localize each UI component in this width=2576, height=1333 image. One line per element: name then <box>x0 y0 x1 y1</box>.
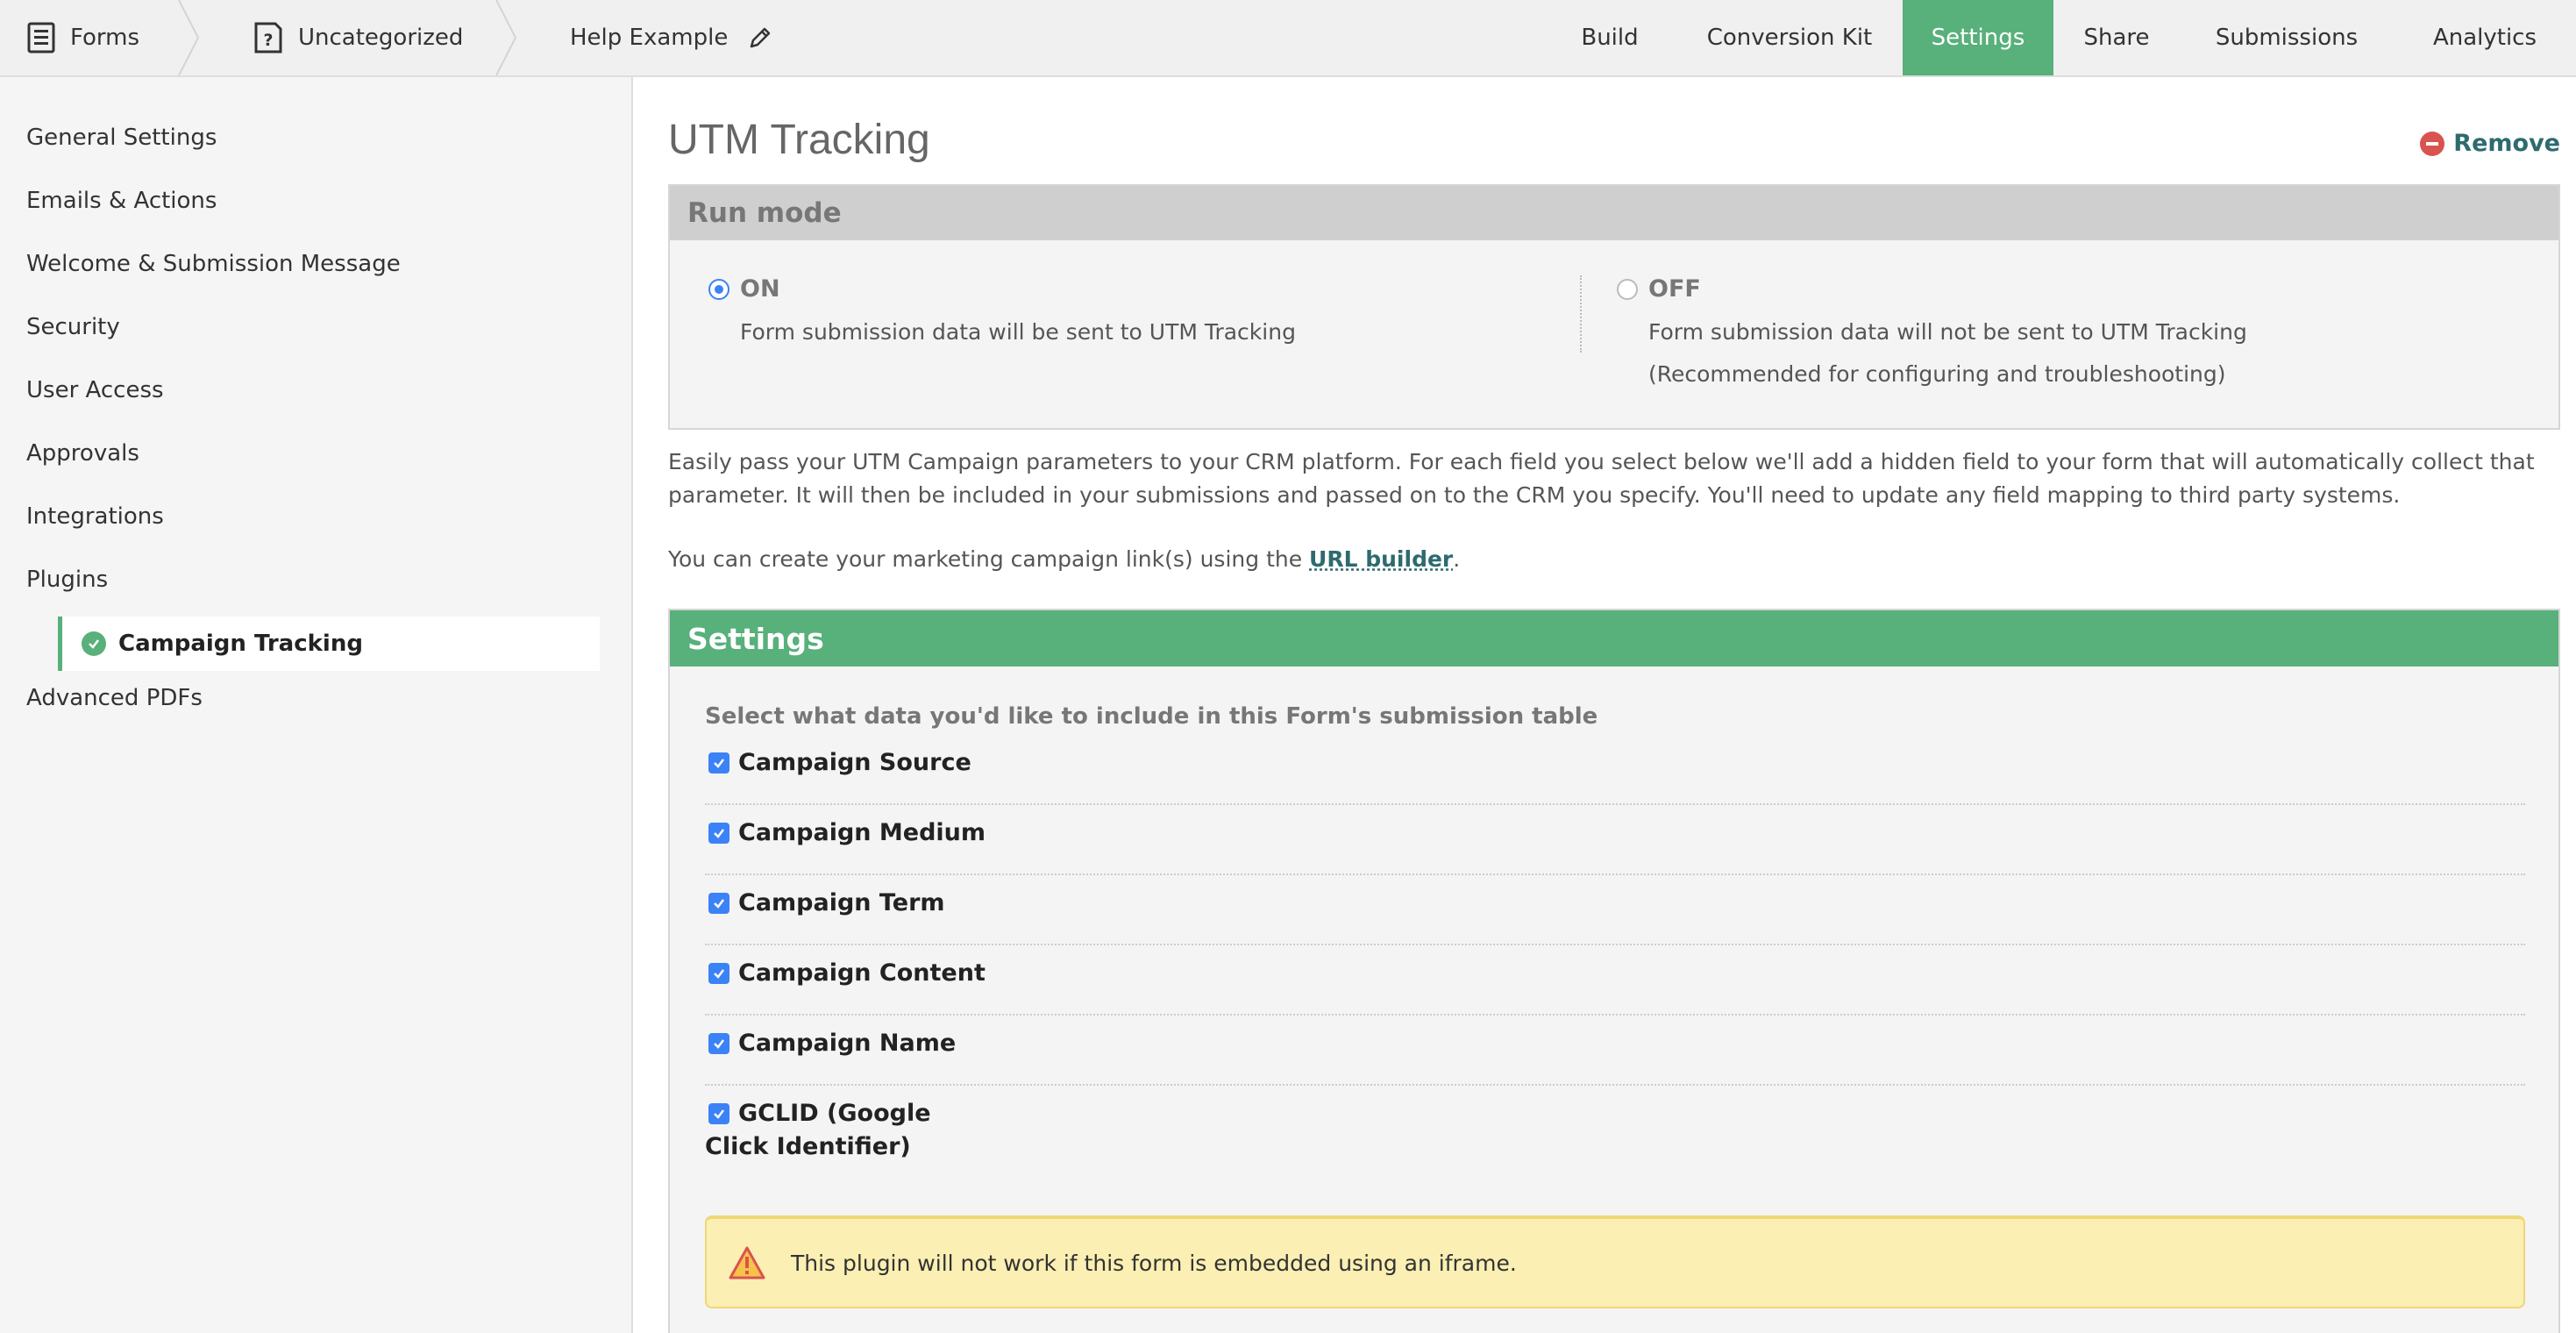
run-mode-panel: Run mode ON Form submission data will be… <box>668 184 2560 430</box>
utm-description: Easily pass your UTM Campaign parameters… <box>668 449 2535 508</box>
option-label: Campaign Source <box>738 749 971 776</box>
remove-button[interactable]: Remove <box>2420 130 2560 157</box>
run-mode-off-note: (Recommended for configuring and trouble… <box>1648 361 2226 387</box>
svg-text:?: ? <box>263 31 273 50</box>
sidebar-item-emails-actions[interactable]: Emails & Actions <box>26 188 217 214</box>
sidebar-item-advanced-pdfs[interactable]: Advanced PDFs <box>26 685 203 711</box>
option-label: GCLID (Google <box>738 1100 931 1127</box>
sidebar-subitem-campaign-tracking[interactable]: Campaign Tracking <box>58 617 600 671</box>
url-builder-line: You can create your marketing campaign l… <box>668 546 1461 572</box>
remove-label: Remove <box>2453 130 2560 157</box>
sidebar-item-security[interactable]: Security <box>26 314 120 340</box>
sidebar-item-plugins[interactable]: Plugins <box>26 567 108 593</box>
checkbox[interactable] <box>708 963 729 984</box>
nav-share[interactable]: Share <box>2053 0 2180 75</box>
checkbox[interactable] <box>708 823 729 844</box>
top-bar: Forms ? Uncategorized Help Example Build… <box>0 0 2576 77</box>
sidebar-item-approvals[interactable]: Approvals <box>26 440 139 467</box>
run-mode-on-radio[interactable] <box>708 279 729 300</box>
settings-heading: Settings <box>670 610 2558 666</box>
uncategorized-icon: ? <box>254 22 282 53</box>
run-mode-heading: Run mode <box>670 186 2558 240</box>
sidebar-item-welcome-message[interactable]: Welcome & Submission Message <box>26 251 401 277</box>
option-gclid: GCLID (Google Click Identifier) <box>705 1086 2525 1173</box>
iframe-warning: This plugin will not work if this form i… <box>705 1215 2525 1308</box>
url-builder-link[interactable]: URL builder <box>1309 546 1453 572</box>
settings-subheading: Select what data you'd like to include i… <box>705 703 1598 730</box>
run-mode-divider <box>1580 275 1582 353</box>
breadcrumb-separator-icon <box>495 0 517 75</box>
checkbox[interactable] <box>708 893 729 914</box>
warning-icon <box>729 1246 765 1280</box>
form-name-label: Help Example <box>570 25 729 51</box>
main-content: UTM Tracking Remove Run mode ON Form sub… <box>635 77 2576 1333</box>
remove-icon <box>2420 131 2445 156</box>
run-mode-off-radio[interactable] <box>1617 279 1638 300</box>
option-campaign-source: Campaign Source <box>705 735 2525 805</box>
warning-text: This plugin will not work if this form i… <box>791 1250 1517 1276</box>
option-label: Campaign Name <box>738 1030 957 1057</box>
option-label-continued: Click Identifier) <box>705 1133 911 1160</box>
checkbox[interactable] <box>708 1103 729 1124</box>
breadcrumb-form-name: Help Example <box>570 0 786 75</box>
option-label: Campaign Medium <box>738 819 986 846</box>
edit-pencil-icon[interactable] <box>749 26 772 49</box>
nav-conversion-kit[interactable]: Conversion Kit <box>1676 0 1903 75</box>
option-label: Campaign Content <box>738 959 986 987</box>
forms-icon <box>27 22 55 53</box>
run-mode-off-label: OFF <box>1648 275 1701 303</box>
breadcrumb-category[interactable]: ? Uncategorized <box>253 0 463 75</box>
sidebar-item-user-access[interactable]: User Access <box>26 377 164 403</box>
option-campaign-term: Campaign Term <box>705 875 2525 945</box>
page-title: UTM Tracking <box>668 117 930 163</box>
run-mode-off-desc: Form submission data will not be sent to… <box>1648 319 2247 345</box>
option-label: Campaign Term <box>738 889 945 916</box>
option-campaign-medium: Campaign Medium <box>705 805 2525 875</box>
nav-settings[interactable]: Settings <box>1903 0 2053 75</box>
top-nav: Build Conversion Kit Settings Share Subm… <box>1543 0 2576 75</box>
checkbox[interactable] <box>708 1033 729 1054</box>
breadcrumb-forms[interactable]: Forms <box>26 0 139 75</box>
nav-analytics[interactable]: Analytics <box>2394 0 2576 75</box>
run-mode-on-desc: Form submission data will be sent to UTM… <box>740 319 1296 345</box>
option-campaign-content: Campaign Content <box>705 945 2525 1016</box>
option-campaign-name: Campaign Name <box>705 1016 2525 1086</box>
sidebar-subitem-label: Campaign Tracking <box>118 631 363 657</box>
checkbox[interactable] <box>708 752 729 773</box>
breadcrumb-category-label: Uncategorized <box>298 25 464 51</box>
settings-sidebar: General Settings Emails & Actions Welcom… <box>0 77 633 1333</box>
check-circle-icon <box>82 631 106 656</box>
nav-submissions[interactable]: Submissions <box>2180 0 2394 75</box>
breadcrumb-separator-icon <box>178 0 200 75</box>
breadcrumb-forms-label: Forms <box>70 25 140 51</box>
nav-build[interactable]: Build <box>1543 0 1676 75</box>
sidebar-item-integrations[interactable]: Integrations <box>26 503 164 530</box>
sidebar-item-general-settings[interactable]: General Settings <box>26 125 217 151</box>
run-mode-on-label: ON <box>740 275 780 303</box>
settings-panel: Settings Select what data you'd like to … <box>668 609 2560 1333</box>
